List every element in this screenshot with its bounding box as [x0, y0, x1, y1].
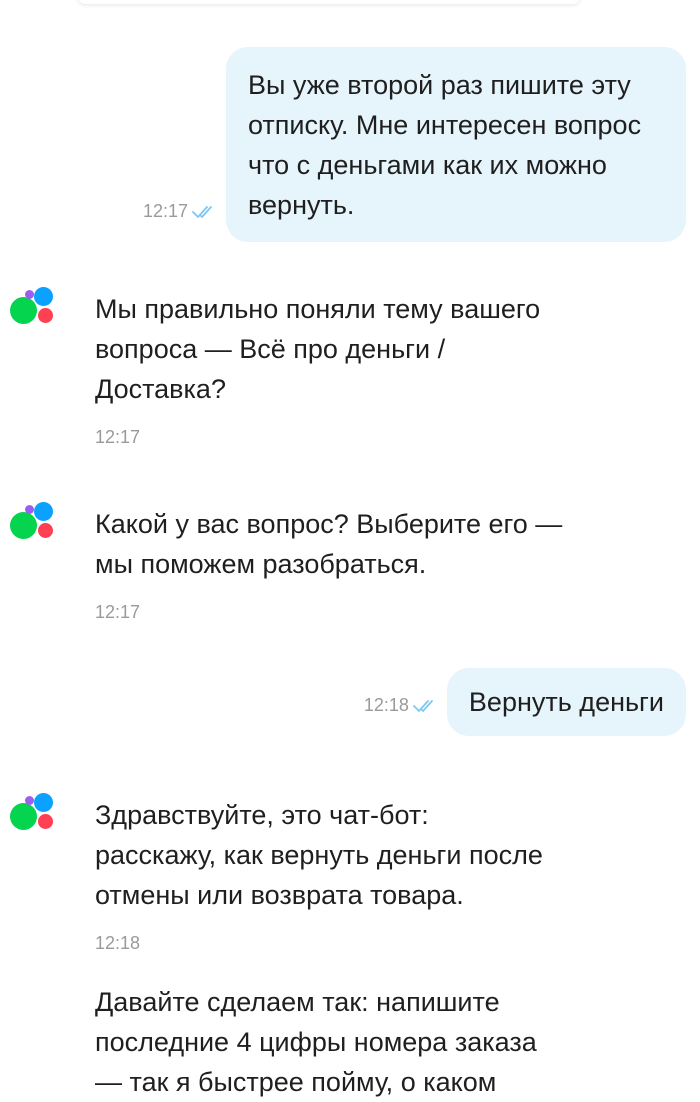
avatar-dot-purple: [25, 505, 34, 514]
message-line: Давайте сделаем так: напишите: [95, 987, 500, 1017]
incoming-message: Давайте сделаем так: напишите последние …: [10, 982, 537, 1102]
bot-avatar-icon: [10, 502, 56, 548]
message-line: что с деньгами как их можно: [248, 150, 607, 180]
message-line: мы поможем разобраться.: [95, 549, 427, 579]
double-check-icon: [192, 205, 212, 218]
avatar-dot-green: [10, 512, 37, 539]
message-bubble[interactable]: Вы уже второй раз пишите эту отписку. Мн…: [226, 47, 686, 242]
avatar-dot-red: [38, 814, 53, 829]
message-line: вопроса — Всё про деньги /: [95, 334, 446, 364]
message-text: Мы правильно поняли тему вашего вопроса …: [95, 289, 540, 409]
message-line: Вернуть деньги: [468, 687, 664, 717]
avatar-dot-green: [10, 297, 37, 324]
message-text: Здравствуйте, это чат-бот: расскажу, как…: [95, 795, 543, 915]
message-text: Какой у вас вопрос? Выберите его — мы по…: [95, 504, 562, 584]
bot-avatar-icon: [10, 793, 56, 839]
bot-avatar-icon: [10, 287, 56, 333]
avatar-dot-purple: [25, 796, 34, 805]
message-text: Давайте сделаем так: напишите последние …: [95, 982, 537, 1102]
avatar-dot-blue: [34, 502, 53, 521]
message-line: Здравствуйте, это чат-бот:: [95, 800, 429, 830]
incoming-message: Здравствуйте, это чат-бот: расскажу, как…: [10, 793, 543, 954]
message-line: отписку. Мне интересен вопрос: [248, 110, 642, 140]
incoming-message: Мы правильно поняли тему вашего вопроса …: [10, 287, 540, 448]
message-line: расскажу, как вернуть деньги после: [95, 840, 543, 870]
avatar-dot-green: [10, 803, 37, 830]
message-line: Какой у вас вопрос? Выберите его —: [95, 509, 563, 539]
message-time: 12:18: [95, 933, 141, 953]
avatar-dot-blue: [34, 793, 53, 812]
message-meta: 12:17: [143, 201, 216, 222]
message-line: вернуть.: [248, 190, 355, 220]
avatar-dot-blue: [34, 287, 53, 306]
message-line: Вы уже второй раз пишите эту: [248, 70, 631, 100]
message-line: последние 4 цифры номера заказа: [95, 1027, 537, 1057]
message-time: 12:17: [95, 602, 141, 622]
previous-message-card: [78, 0, 580, 4]
message-bubble[interactable]: Вернуть деньги: [446, 668, 686, 736]
message-time: 12:18: [363, 695, 409, 715]
message-line: Мы правильно поняли тему вашего: [95, 294, 541, 324]
avatar-dot-red: [38, 308, 53, 323]
message-line: — так я быстрее пойму, о каком: [95, 1067, 497, 1097]
incoming-message: Какой у вас вопрос? Выберите его — мы по…: [10, 502, 562, 623]
message-line: Доставка?: [95, 374, 226, 404]
avatar-dot-red: [38, 523, 53, 538]
outgoing-message: 12:18 Вернуть деньги: [364, 668, 686, 736]
message-time: 12:17: [142, 201, 188, 221]
double-check-icon: [413, 699, 433, 712]
avatar-dot-purple: [25, 290, 34, 299]
outgoing-message: 12:17 Вы уже второй раз пишите эту отпис…: [143, 47, 686, 242]
message-line: отмены или возврата товара.: [95, 880, 464, 910]
message-meta: 12:18: [364, 695, 437, 716]
message-time: 12:17: [95, 427, 141, 447]
